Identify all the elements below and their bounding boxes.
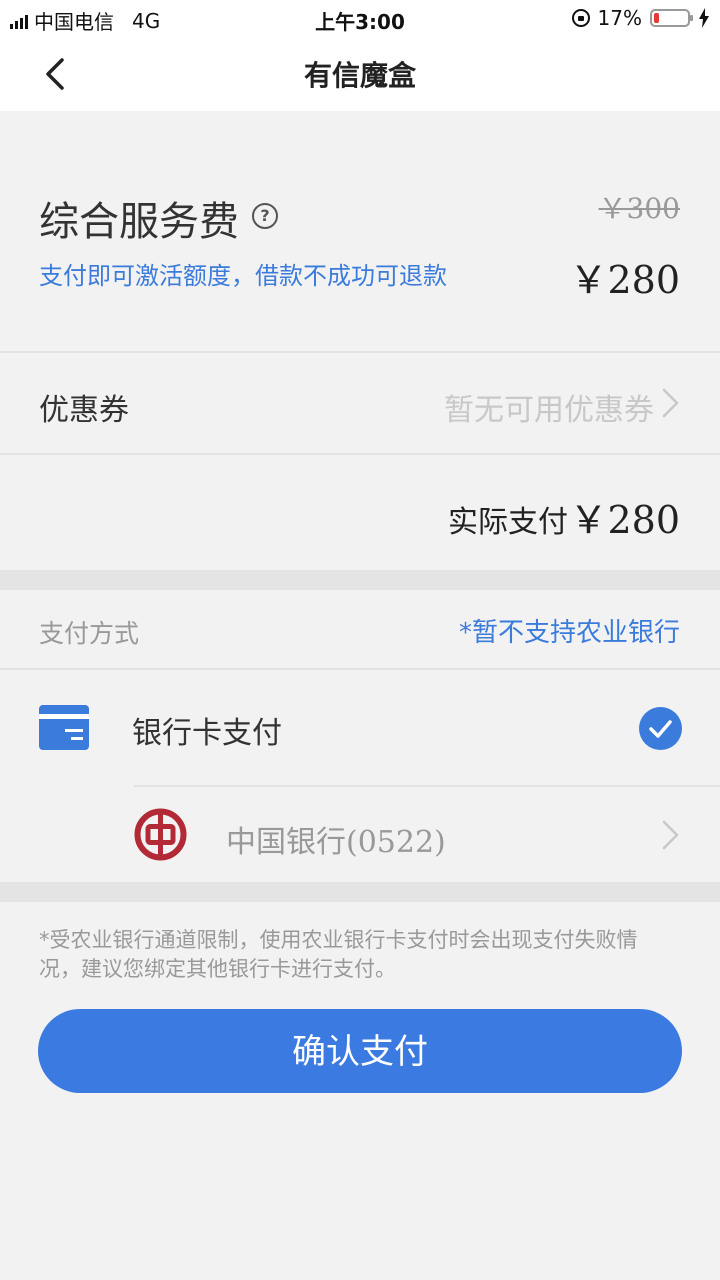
bank-selection-row[interactable]: 中国银行(0522) [0, 787, 720, 882]
payment-method-header: 支付方式 *暂不支持农业银行 [0, 590, 720, 668]
bank-card-payment-label: 银行卡支付 [132, 716, 282, 751]
bank-name-text: 中国银行 [226, 825, 346, 860]
status-right: 17% [571, 6, 710, 30]
fee-section: 综合服务费 ? ￥300 支付即可激活额度，借款不成功可退款 ￥280 [0, 111, 720, 351]
actual-payment-amount: ￥280 [569, 498, 680, 542]
help-icon[interactable]: ? [252, 203, 278, 229]
page-title: 有信魔盒 [303, 59, 416, 92]
rotation-lock-icon [571, 9, 590, 27]
confirm-payment-button[interactable]: 确认支付 [38, 1009, 682, 1093]
fee-price: ￥280 [569, 258, 680, 302]
battery-fill [654, 13, 659, 23]
warning-text: *受农业银行通道限制，使用农业银行卡支付时会出现支付失败情况，建议您绑定其他银行… [39, 928, 638, 981]
payment-method-note: *暂不支持农业银行 [458, 618, 680, 648]
chevron-right-icon [662, 820, 679, 850]
checkmark-icon[interactable] [639, 707, 682, 750]
coupon-label: 优惠券 [39, 393, 129, 428]
charging-icon [699, 8, 709, 28]
battery-icon [650, 9, 693, 27]
bank-name: 中国银行(0522) [226, 817, 446, 861]
bank-card-payment-option[interactable]: 银行卡支付 [0, 670, 720, 785]
section-gap [0, 882, 720, 902]
coupon-row[interactable]: 优惠券 暂无可用优惠券 [0, 353, 720, 453]
payment-method-label: 支付方式 [39, 619, 140, 648]
original-price: ￥300 [598, 192, 680, 225]
coupon-value: 暂无可用优惠券 [444, 393, 654, 428]
chevron-right-icon [662, 388, 679, 418]
bank-card-icon [39, 705, 89, 750]
status-bar: 中国电信 4G 上午3:00 17% [0, 0, 720, 36]
battery-percent: 17% [597, 6, 642, 30]
fee-subtitle: 支付即可激活额度，借款不成功可退款 [39, 262, 447, 290]
bank-card-suffix: (0522) [346, 825, 446, 860]
bank-of-china-logo [134, 808, 187, 861]
actual-payment-label: 实际支付 [448, 505, 568, 540]
section-gap [0, 570, 720, 590]
actual-payment-row: 实际支付 ￥280 [0, 455, 720, 570]
nav-bar: 有信魔盒 [0, 36, 720, 111]
fee-title: 综合服务费 [39, 199, 239, 245]
